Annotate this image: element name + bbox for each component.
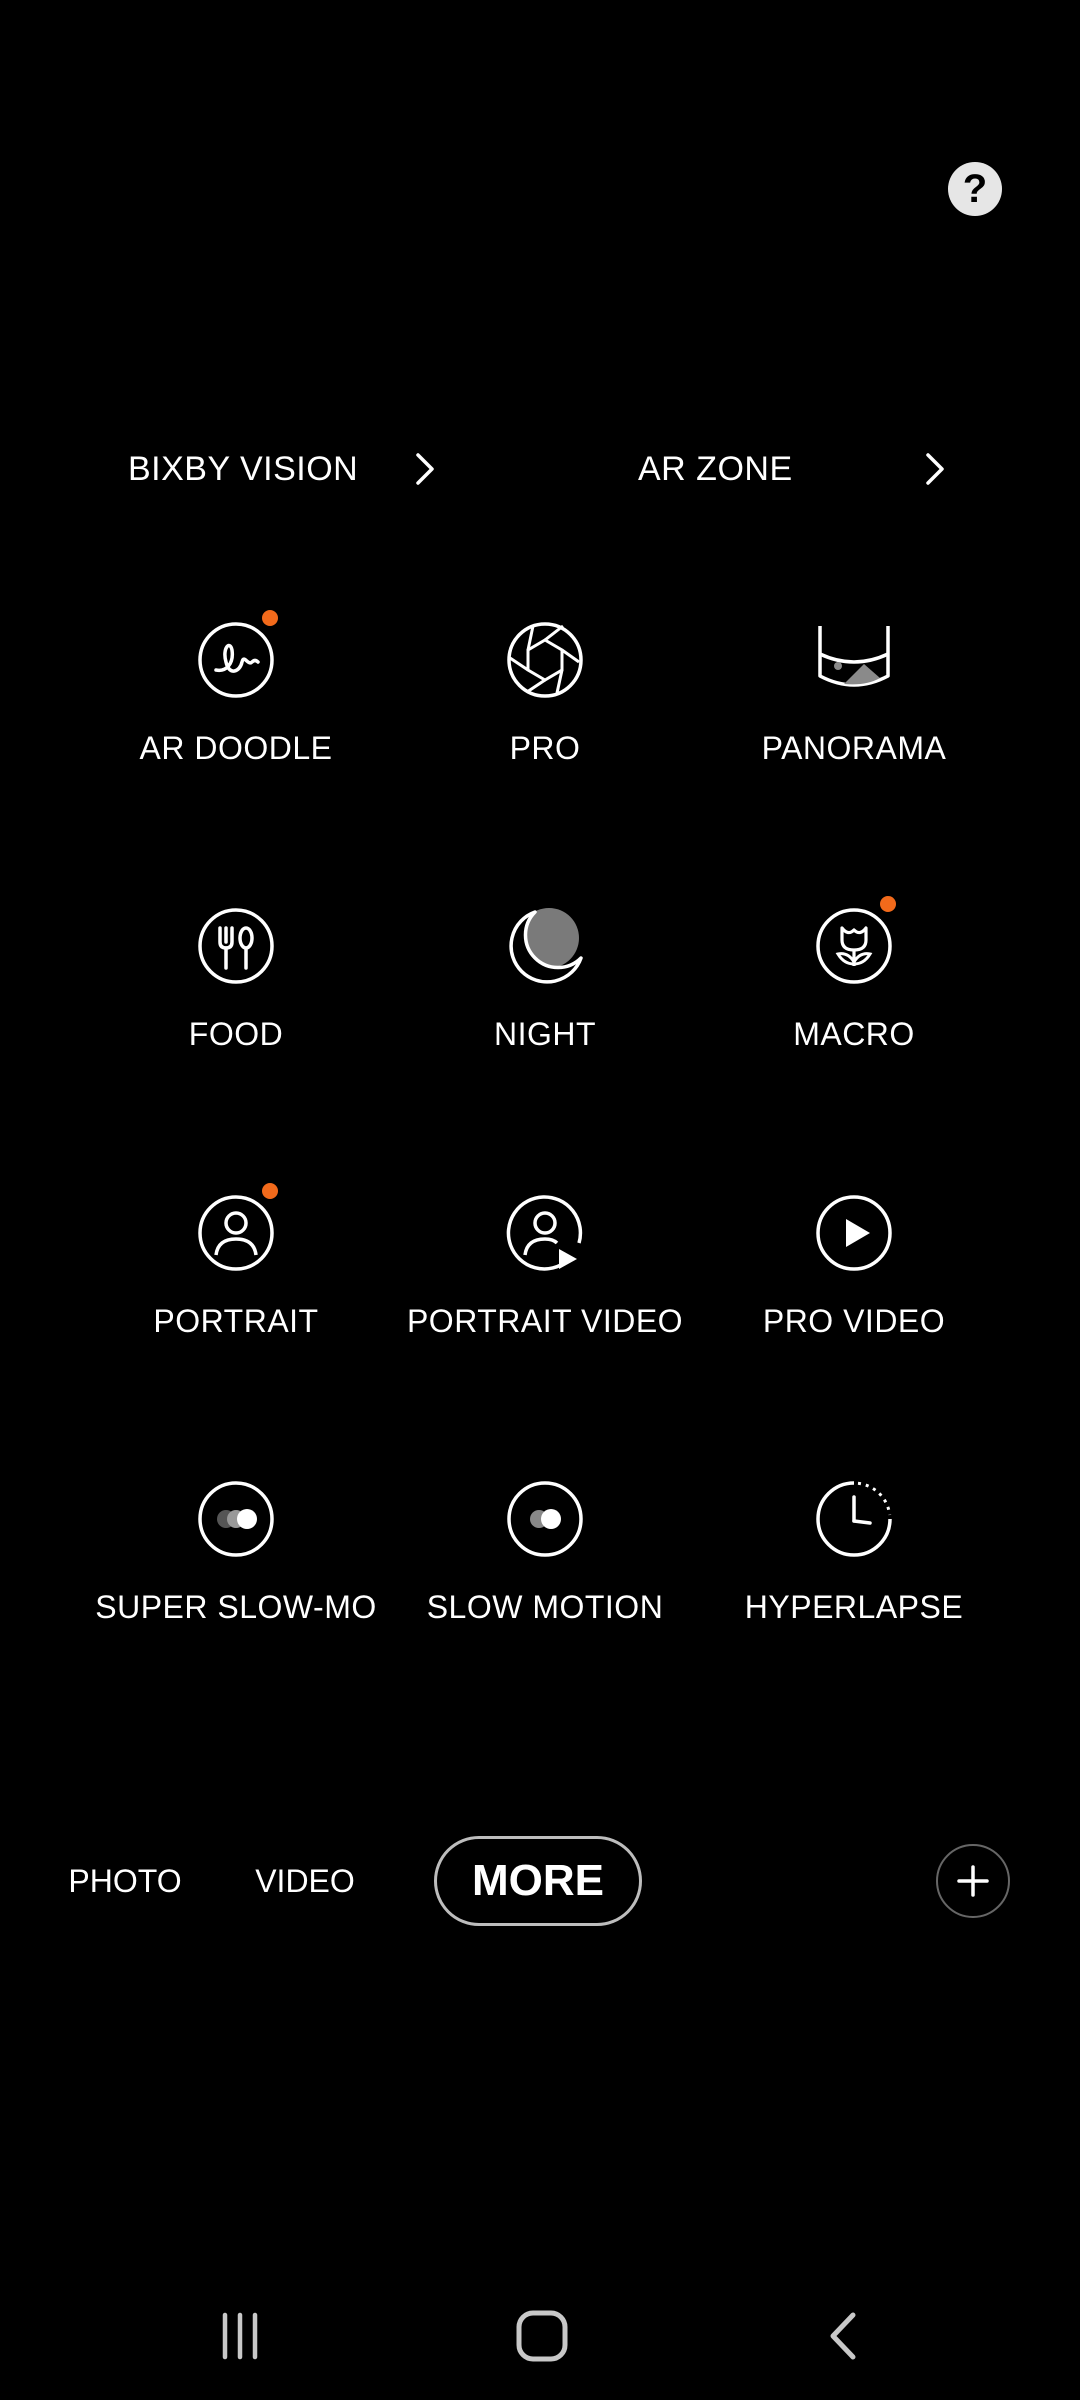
moon-icon <box>509 908 583 984</box>
recent-apps-icon <box>222 2312 258 2360</box>
mode-macro[interactable]: MACRO <box>699 896 1009 1106</box>
mode-food[interactable]: FOOD <box>81 906 391 1106</box>
mode-night[interactable]: NIGHT <box>390 906 700 1106</box>
tab-photo[interactable]: PHOTO <box>60 1836 190 1926</box>
mode-label: NIGHT <box>493 1016 597 1052</box>
panorama-icon <box>818 626 890 687</box>
home-icon <box>516 2310 568 2362</box>
mode-pro-video[interactable]: PRO VIDEO <box>699 1193 1009 1393</box>
camera-mode-bar: PHOTO VIDEO MORE <box>0 1836 1080 1926</box>
mode-panorama[interactable]: PANORAMA <box>699 620 1009 820</box>
help-button[interactable]: ? <box>948 162 1002 216</box>
mode-label: PRO VIDEO <box>762 1303 946 1339</box>
new-indicator-dot <box>262 610 278 626</box>
ar-zone-label: AR ZONE <box>638 449 793 488</box>
mode-label: FOOD <box>188 1016 284 1052</box>
new-indicator-dot <box>262 1183 278 1199</box>
mode-portrait-video[interactable]: PORTRAIT VIDEO <box>390 1193 700 1393</box>
super-slow-mo-icon <box>198 1481 274 1557</box>
question-mark-icon: ? <box>962 166 988 211</box>
mode-super-slow-mo[interactable]: SUPER SLOW-MO <box>81 1479 391 1679</box>
bixby-vision-label: BIXBY VISION <box>128 449 359 488</box>
mode-label: HYPERLAPSE <box>744 1589 964 1625</box>
tab-video[interactable]: VIDEO <box>240 1836 370 1926</box>
mode-label: PORTRAIT VIDEO <box>406 1303 684 1339</box>
mode-label: SLOW MOTION <box>426 1589 664 1625</box>
back-icon <box>830 2312 856 2360</box>
tab-more[interactable]: MORE <box>434 1836 642 1926</box>
chevron-right-icon <box>926 453 944 485</box>
flower-icon <box>816 908 892 984</box>
mode-label: SUPER SLOW-MO <box>95 1589 377 1625</box>
new-indicator-dot <box>880 896 896 912</box>
slow-motion-icon <box>507 1481 583 1557</box>
person-play-icon <box>506 1195 583 1271</box>
mode-slow-motion[interactable]: SLOW MOTION <box>390 1479 700 1679</box>
mode-hyperlapse[interactable]: HYPERLAPSE <box>699 1479 1009 1679</box>
mode-label: PRO <box>509 730 581 766</box>
navigation-bar <box>0 2296 1080 2376</box>
mode-label: PORTRAIT <box>153 1303 319 1339</box>
home-button[interactable] <box>502 2296 582 2376</box>
timer-icon <box>816 1481 892 1557</box>
mode-portrait[interactable]: PORTRAIT <box>81 1183 391 1393</box>
ar-zone-link[interactable]: AR ZONE <box>638 438 958 500</box>
mode-ar-doodle[interactable]: AR DOODLE <box>81 610 391 820</box>
mode-label: MACRO <box>793 1016 915 1052</box>
person-icon <box>198 1195 274 1271</box>
play-icon <box>816 1195 892 1271</box>
chevron-right-icon <box>416 453 434 485</box>
mode-label: PANORAMA <box>761 730 947 766</box>
bixby-vision-link[interactable]: BIXBY VISION <box>128 438 448 500</box>
plus-icon <box>957 1865 989 1897</box>
fork-spoon-icon <box>198 908 274 984</box>
aperture-icon <box>507 622 583 698</box>
recent-apps-button[interactable] <box>200 2296 280 2376</box>
back-button[interactable] <box>804 2296 884 2376</box>
ar-doodle-icon <box>198 622 274 698</box>
mode-pro[interactable]: PRO <box>390 620 700 820</box>
add-mode-button[interactable] <box>936 1844 1010 1918</box>
mode-label: AR DOODLE <box>139 730 333 766</box>
